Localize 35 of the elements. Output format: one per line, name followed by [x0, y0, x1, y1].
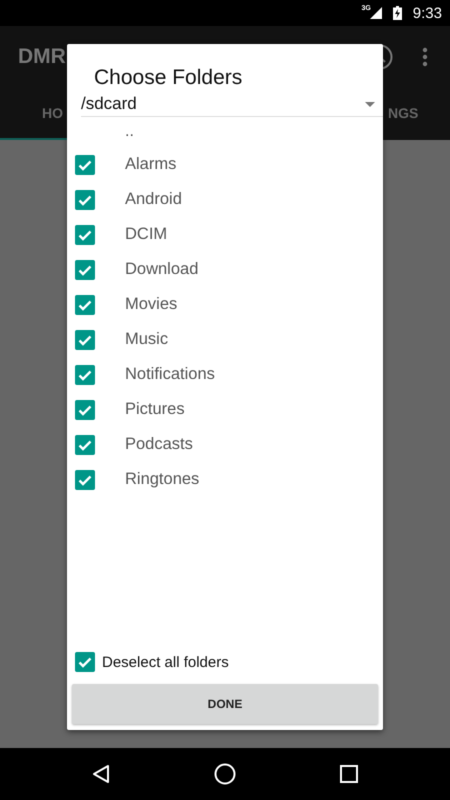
- path-dropdown[interactable]: /sdcard: [81, 94, 383, 117]
- parent-folder-item[interactable]: ..: [67, 117, 383, 147]
- folder-name[interactable]: Download: [125, 260, 198, 279]
- dialog-title: Choose Folders: [94, 66, 242, 90]
- home-icon[interactable]: [214, 763, 236, 785]
- checkbox-label[interactable]: Deselect all folders: [102, 654, 229, 670]
- checkbox[interactable]: [75, 224, 95, 244]
- app-title: DMR: [18, 45, 67, 69]
- more-icon[interactable]: [422, 47, 428, 67]
- folder-name[interactable]: Music: [125, 330, 168, 349]
- checkbox[interactable]: [75, 190, 95, 210]
- recents-icon[interactable]: [340, 765, 358, 783]
- signal-icon: [370, 7, 382, 19]
- battery-icon: [392, 6, 402, 20]
- checkbox[interactable]: [75, 154, 95, 174]
- checkbox[interactable]: [75, 364, 95, 384]
- checkbox[interactable]: [75, 652, 95, 672]
- folder-name[interactable]: Android: [125, 190, 182, 209]
- dropdown-icon: [365, 102, 375, 106]
- checkbox[interactable]: [75, 470, 95, 490]
- checkbox[interactable]: [75, 260, 95, 280]
- done-button[interactable]: DONE: [72, 684, 378, 724]
- checkbox[interactable]: [75, 330, 95, 350]
- folder-name[interactable]: DCIM: [125, 225, 168, 244]
- folder-name[interactable]: Notifications: [125, 365, 215, 384]
- checkbox[interactable]: [75, 294, 95, 314]
- folder-name[interactable]: Pictures: [125, 400, 185, 419]
- folder-name[interactable]: Alarms: [125, 155, 176, 174]
- checkbox[interactable]: [75, 434, 95, 454]
- folder-name[interactable]: Movies: [125, 295, 178, 314]
- clock-time: 9:33: [412, 4, 442, 22]
- folder-name[interactable]: Ringtones: [125, 470, 200, 489]
- back-icon[interactable]: [92, 764, 110, 784]
- checkbox[interactable]: [75, 400, 95, 420]
- folder-name[interactable]: Podcasts: [125, 435, 193, 454]
